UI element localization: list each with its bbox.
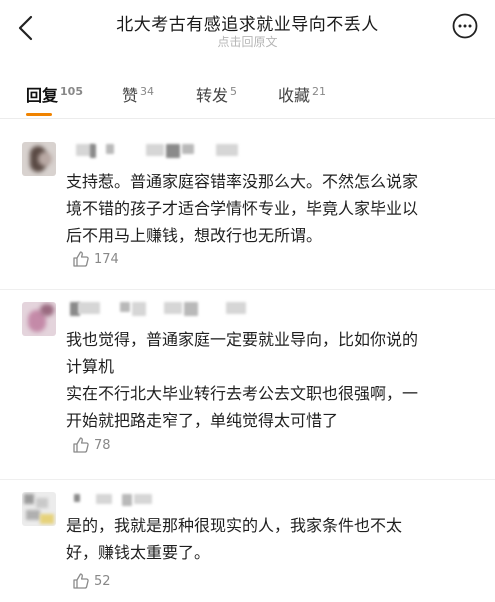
comment-item: 我也觉得，普通家庭一定要就业导向，比如你说的 计算机 实在不行北大毕业转行去考公… (0, 290, 495, 480)
comment-text: 支持惹。普通家庭容错率没那么大。不然怎么说家 境不错的孩子才适合学情怀专业，毕竟… (66, 168, 478, 249)
username-blurred[interactable] (66, 494, 246, 510)
active-tab-indicator (26, 113, 52, 116)
tab-reposts[interactable]: 转发 5 (196, 82, 237, 106)
tab-label: 赞 (122, 86, 139, 105)
page-title: 北大考古有感追求就业导向不丢人 (116, 15, 379, 35)
tab-label: 转发 (196, 86, 229, 105)
comment-line: 计算机 (66, 357, 115, 376)
view-original-link[interactable]: 点击回原文 (0, 33, 495, 50)
comment-line: 好，赚钱太重要了。 (66, 543, 211, 562)
top-bar: 北大考古有感追求就业导向不丢人 点击回原文 (0, 0, 495, 62)
comment-line: 境不错的孩子才适合学情怀专业，毕竟人家毕业以 (66, 199, 419, 218)
tab-bar: 回复 105 赞 34 转发 5 收藏 21 (0, 78, 495, 116)
username-blurred[interactable] (66, 302, 286, 318)
comment-line: 后不用马上赚钱，想改行也无所谓。 (66, 226, 323, 245)
comment-line: 支持惹。普通家庭容错率没那么大。不然怎么说家 (66, 172, 419, 191)
comment-line: 实在不行北大毕业转行去考公去文职也很强啊，一 (66, 384, 419, 403)
comment-line: 我也觉得，普通家庭一定要就业导向，比如你说的 (66, 330, 419, 349)
tab-replies[interactable]: 回复 105 (26, 82, 83, 106)
tab-count: 34 (140, 84, 155, 98)
tab-likes[interactable]: 赞 34 (122, 82, 154, 106)
like-count: 174 (94, 252, 119, 267)
thumbs-up-icon (73, 573, 89, 589)
comment-line: 开始就把路走窄了，单纯觉得太可惜了 (66, 411, 339, 430)
tab-count: 21 (312, 84, 327, 98)
tab-favorites[interactable]: 收藏 21 (278, 82, 326, 106)
comment-line: 是的，我就是那种很现实的人，我家条件也不太 (66, 516, 403, 535)
tab-count: 5 (230, 84, 238, 98)
comment-text: 是的，我就是那种很现实的人，我家条件也不太 好，赚钱太重要了。 (66, 512, 478, 566)
divider (0, 118, 495, 119)
comment-item: 支持惹。普通家庭容错率没那么大。不然怎么说家 境不错的孩子才适合学情怀专业，毕竟… (0, 128, 495, 293)
tab-label: 收藏 (278, 86, 311, 105)
tab-count: 105 (60, 84, 83, 98)
avatar[interactable] (22, 302, 56, 336)
more-options-icon[interactable] (451, 12, 479, 40)
like-count: 78 (94, 438, 111, 453)
thumbs-up-icon (73, 251, 89, 267)
comment-text: 我也觉得，普通家庭一定要就业导向，比如你说的 计算机 实在不行北大毕业转行去考公… (66, 326, 478, 434)
like-count: 52 (94, 574, 111, 589)
comment-item: 是的，我就是那种很现实的人，我家条件也不太 好，赚钱太重要了。 52 (0, 480, 495, 602)
thumbs-up-icon (73, 437, 89, 453)
avatar[interactable] (22, 492, 56, 526)
username-blurred[interactable] (66, 144, 266, 160)
tab-label: 回复 (26, 86, 59, 105)
avatar[interactable] (22, 142, 56, 176)
